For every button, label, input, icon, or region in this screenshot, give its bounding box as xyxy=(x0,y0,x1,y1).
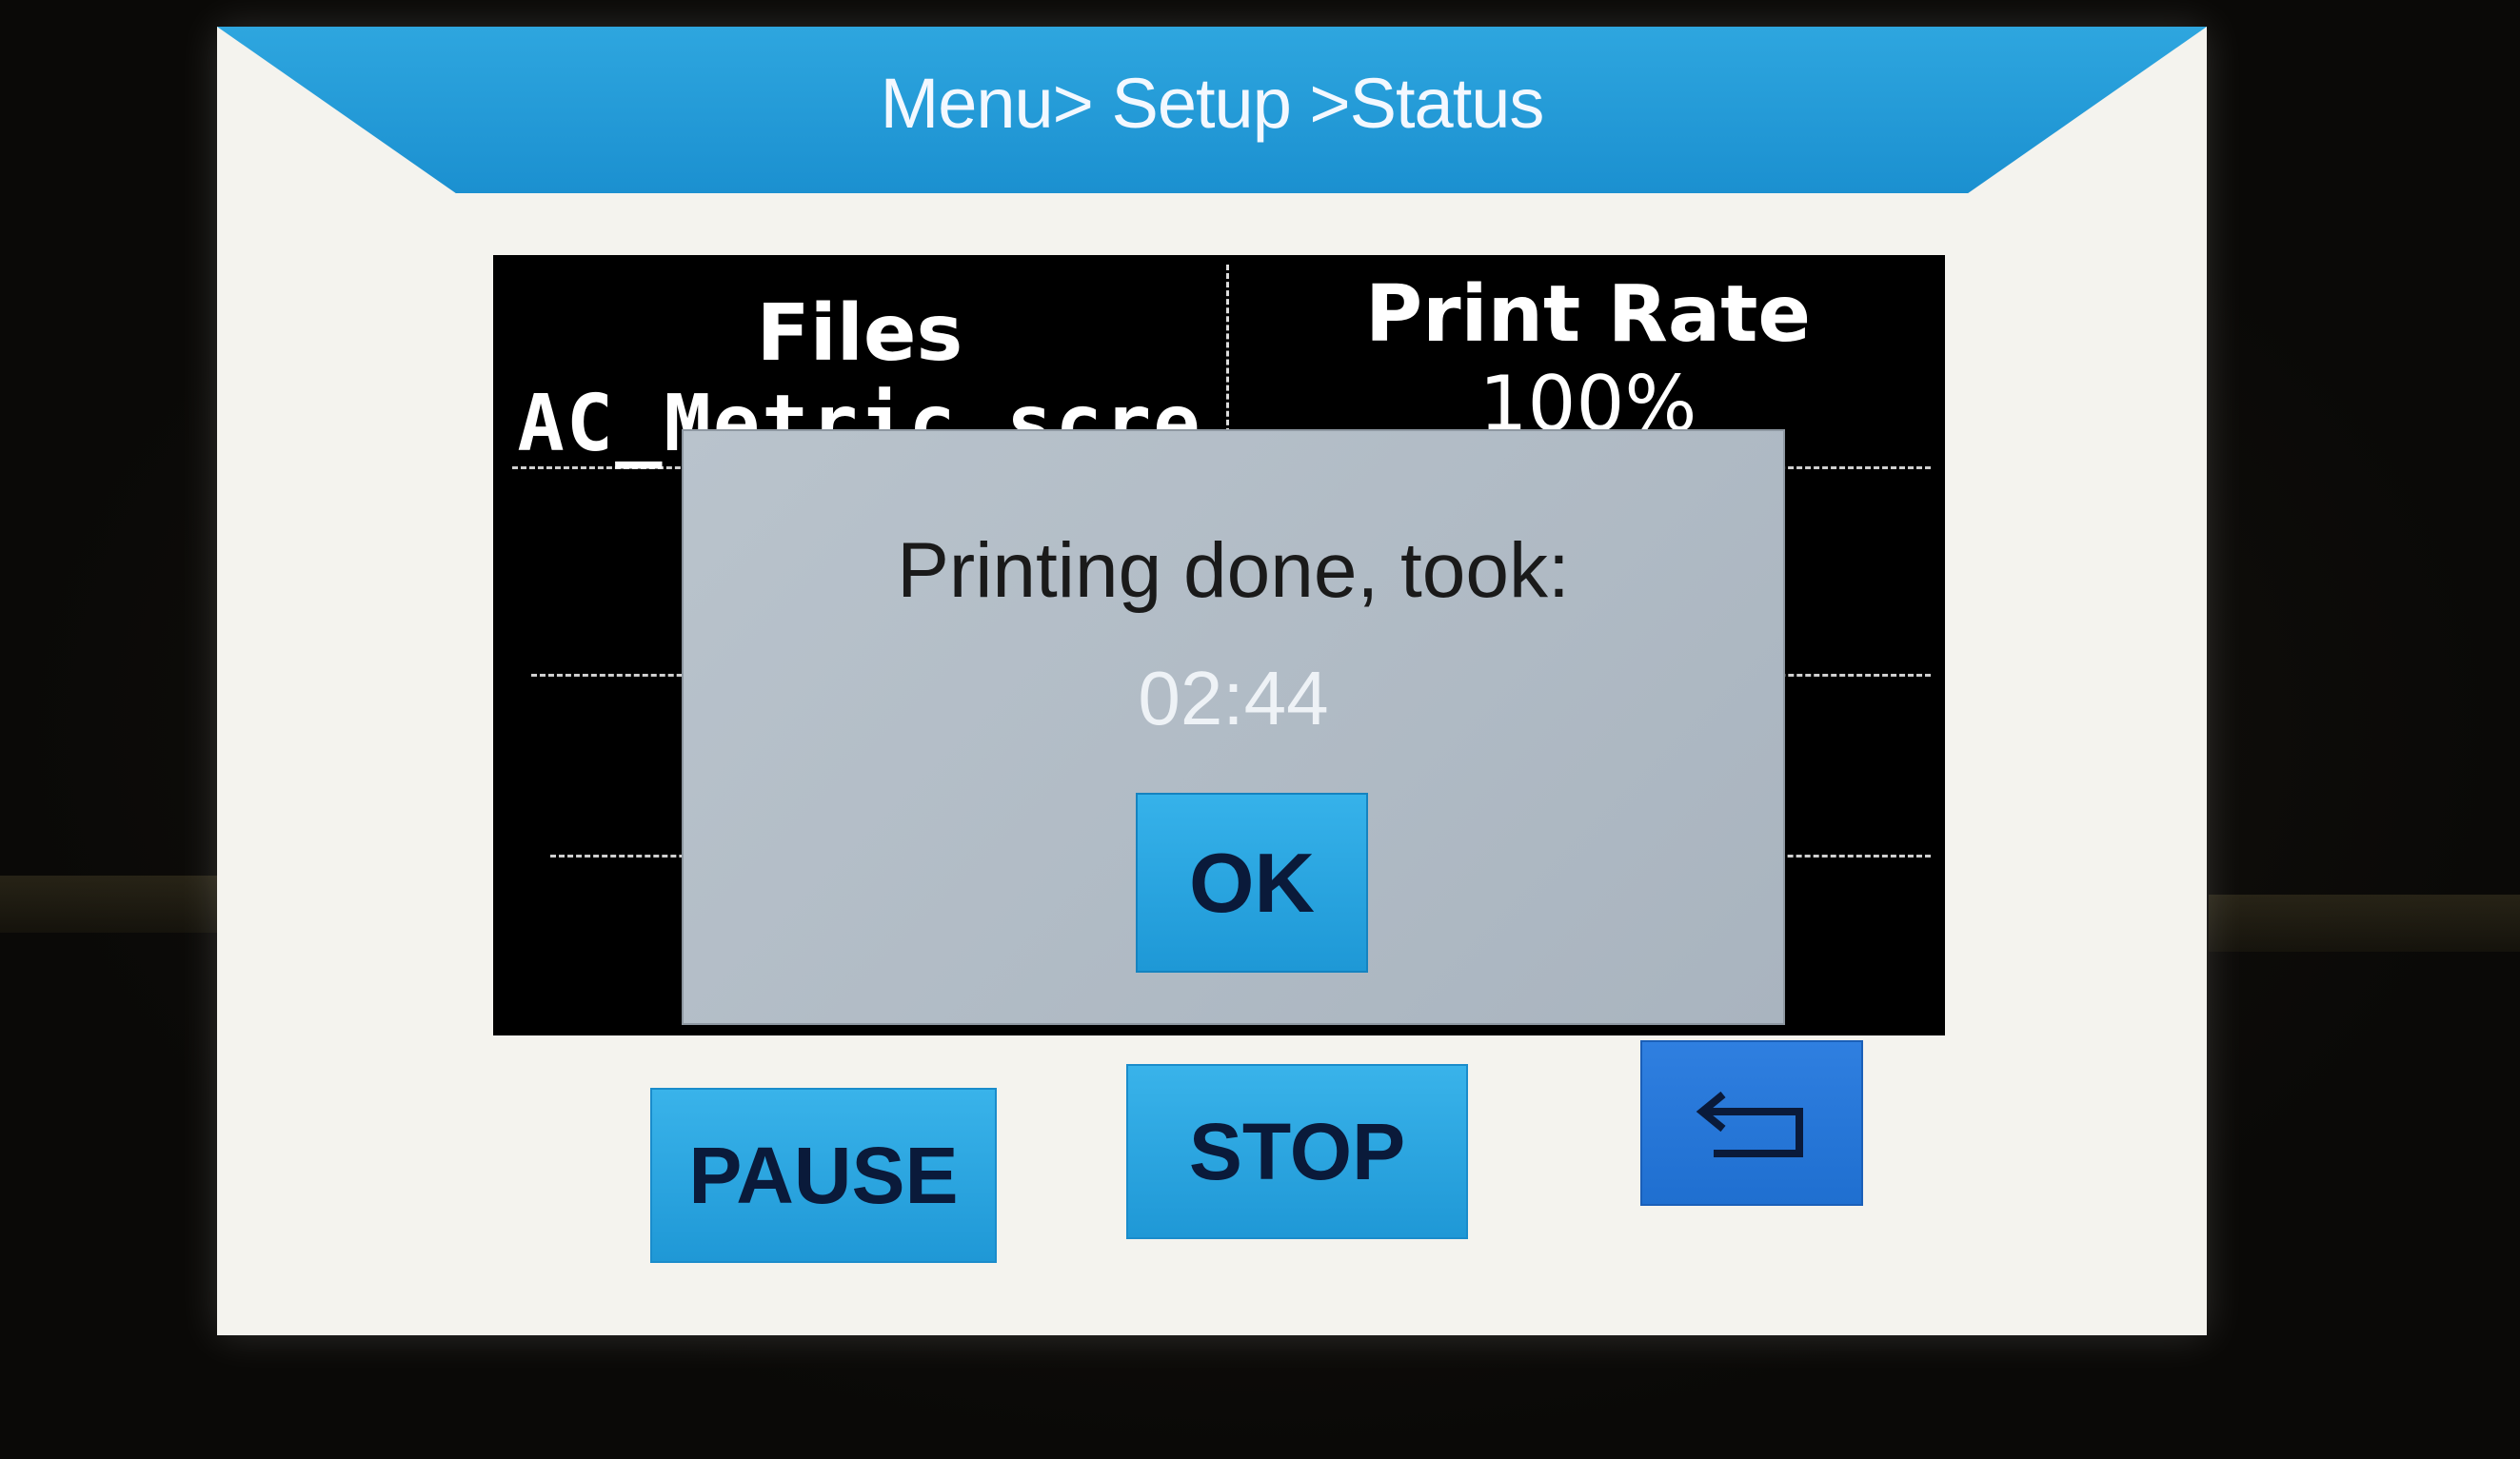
print-done-dialog: Printing done, took: 02:44 OK xyxy=(684,431,1783,1023)
print-rate-header: Print Rate xyxy=(1364,269,1812,360)
back-button[interactable] xyxy=(1640,1040,1863,1206)
printer-device: Menu> Setup >Status Files AC_Metric_scre… xyxy=(0,0,2520,1459)
stop-button[interactable]: STOP xyxy=(1126,1064,1468,1239)
dialog-message: Printing done, took: xyxy=(897,527,1570,614)
return-arrow-icon xyxy=(1696,1091,1803,1157)
elapsed-time: 02:44 xyxy=(1138,656,1329,740)
frame-band-left xyxy=(0,876,219,933)
ok-button[interactable]: OK xyxy=(1136,793,1368,973)
files-header: Files xyxy=(756,288,963,379)
breadcrumb: Menu> Setup >Status xyxy=(880,64,1545,143)
frame-band-right xyxy=(2209,895,2520,952)
pause-button[interactable]: PAUSE xyxy=(650,1088,997,1263)
lcd-screen: Menu> Setup >Status Files AC_Metric_scre… xyxy=(217,27,2207,1335)
